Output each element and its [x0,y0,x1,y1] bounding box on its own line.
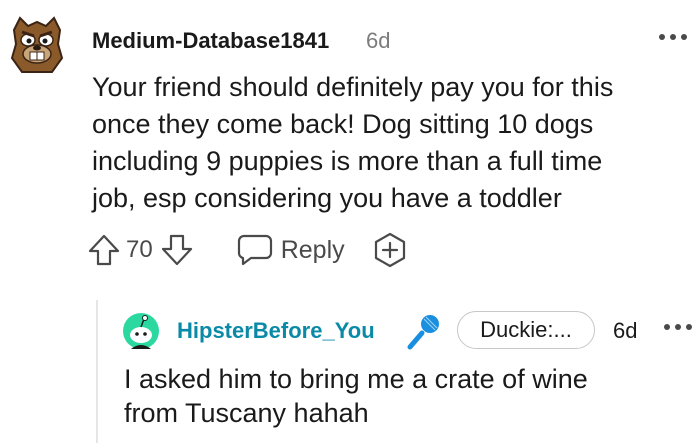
arrow-up-icon [88,234,120,266]
comment-line: once they come back! Dog sitting 10 dogs [92,109,594,139]
ellipsis-icon [659,34,687,40]
thread-line[interactable] [96,300,98,443]
reply-button[interactable]: Reply [237,233,345,267]
reply-body: I asked him to bring me a crate of wine … [124,362,684,430]
vote-controls: 70 [84,230,197,270]
arrow-down-icon [161,234,192,266]
more-options-button[interactable] [655,22,691,52]
reply-label: Reply [280,235,345,264]
reply-line: from Tuscany hahah [124,398,369,428]
comment-body: Your friend should definitely pay you fo… [92,69,682,217]
more-options-button[interactable] [660,312,696,342]
comment-author[interactable]: Medium-Database1841 [92,28,329,54]
ellipsis-icon [664,324,692,330]
plus-icon [374,232,405,268]
avatar[interactable] [8,14,66,76]
upvote-button[interactable] [84,230,124,270]
avatar[interactable] [122,311,160,351]
reply-age: 6d [613,318,638,343]
comment-thread: Medium-Database1841 6d Your friend shoul… [0,0,700,443]
user-flair: Duckie:... [457,311,595,349]
comment-line: job, esp considering you have a toddler [92,183,562,213]
reply-author[interactable]: HipsterBefore_You [177,318,375,344]
downvote-button[interactable] [157,230,197,270]
vote-score: 70 [126,236,153,263]
comment-actions: 70 Reply [84,228,409,272]
award-button[interactable] [371,231,409,269]
comment-line: Your friend should definitely pay you fo… [92,72,614,102]
chat-bubble-icon [237,234,272,266]
reply-line: I asked him to bring me a crate of wine [124,364,588,394]
comment-line: including 9 puppies is more than a full … [92,146,603,176]
microphone-icon [404,311,442,351]
comment-age: 6d [366,28,391,53]
